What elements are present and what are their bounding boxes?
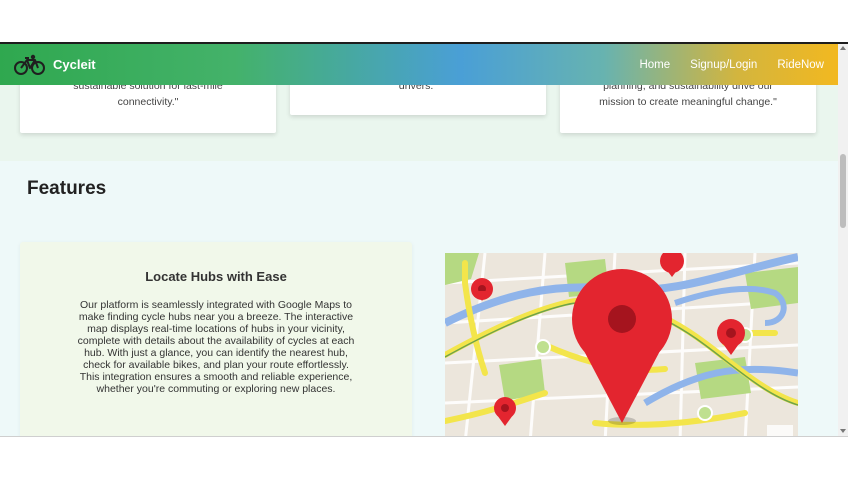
page-viewport: Cycleit Home Signup/Login RideNow sustai… [0,44,838,436]
testimonial-text: mission to create meaningful change." [599,96,777,108]
map-illustration [445,253,798,436]
description-line: whether you're commuting or exploring ne… [96,383,336,395]
features-heading: Features [27,178,107,199]
feature-card-title: Locate Hubs with Ease [145,269,287,284]
scroll-up-arrow-icon[interactable] [840,46,846,50]
description-line: This integration ensures a smooth and re… [79,371,353,383]
nav-signup-login-link[interactable]: Signup/Login [690,59,757,71]
top-browser-area [0,0,848,44]
brand[interactable]: Cycleit [14,53,96,77]
bicycle-logo-icon [14,54,45,75]
features-section: Features Locate Hubs with Ease Our platf… [0,161,838,436]
nav-home-link[interactable]: Home [639,59,670,71]
description-line: complete with details about the availabi… [77,335,355,347]
description-line: map displays real-time locations of hubs… [87,323,345,335]
feature-card: Locate Hubs with Ease Our platform is se… [20,242,412,436]
description-line: make finding cycle hubs near you a breez… [78,311,354,323]
navbar: Cycleit Home Signup/Login RideNow [0,44,838,85]
testimonials-section: sustainable solution for last-mile conne… [0,75,838,161]
testimonial-text: connectivity." [117,96,179,108]
map-with-pins-icon [445,253,798,436]
feature-card-description: Our platform is seamlessly integrated wi… [34,299,398,395]
nav-links: Home Signup/Login RideNow [619,59,824,71]
bottom-browser-area [0,436,848,480]
description-line: hub. With just a glance, you can identif… [84,347,348,359]
scrollbar-thumb[interactable] [840,154,846,228]
description-line: Our platform is seamlessly integrated wi… [80,299,352,311]
nav-ridenow-link[interactable]: RideNow [777,59,824,71]
page-scrollbar[interactable] [838,44,848,436]
brand-name: Cycleit [53,57,96,72]
description-line: check for available bikes, and plan your… [83,359,349,371]
scroll-down-arrow-icon[interactable] [840,429,846,433]
